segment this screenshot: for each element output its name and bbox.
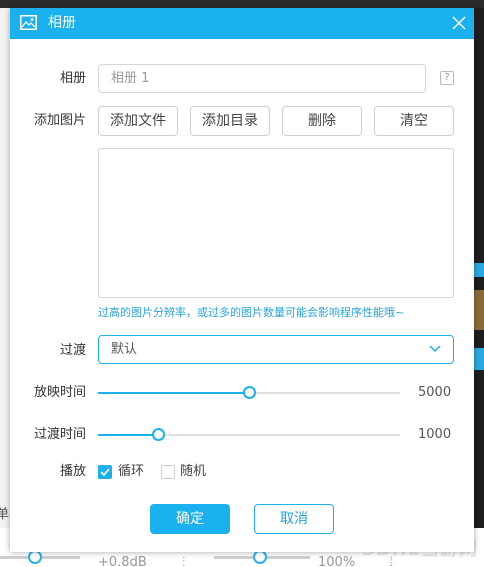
background-left-fragment: 单: [0, 507, 10, 522]
transition-time-value: 1000: [418, 427, 452, 442]
delete-button[interactable]: 删除: [282, 106, 362, 136]
background-volume-text: 100%: [318, 555, 356, 567]
background-app-top: [0, 0, 484, 8]
album-dialog: 相册 相册 相册 1 ? 添加图片 添加文件 添加目录 删除 清空 过高的图片分…: [10, 8, 474, 552]
transition-value: 默认: [111, 342, 138, 357]
album-name-input[interactable]: 相册 1: [98, 64, 426, 93]
check-icon: [100, 468, 110, 477]
transition-time-slider-handle[interactable]: [152, 428, 165, 441]
transition-select[interactable]: 默认: [98, 335, 454, 364]
album-label: 相册: [59, 71, 86, 86]
background-app-right: [474, 8, 484, 528]
clear-button[interactable]: 清空: [374, 106, 454, 136]
add-file-button[interactable]: 添加文件: [98, 106, 178, 136]
dialog-titlebar: 相册: [10, 8, 474, 39]
chevron-down-icon: [429, 345, 441, 353]
add-folder-button[interactable]: 添加目录: [190, 106, 270, 136]
display-time-value: 5000: [418, 385, 452, 400]
image-icon: [20, 15, 37, 30]
random-checkbox[interactable]: [161, 465, 175, 479]
image-list[interactable]: [98, 148, 454, 298]
random-label: 随机: [180, 464, 207, 479]
add-images-label: 添加图片: [33, 113, 86, 128]
display-time-label: 放映时间: [33, 385, 86, 400]
background-app-left: [0, 8, 10, 528]
ok-button[interactable]: 确定: [150, 504, 230, 534]
close-icon[interactable]: [450, 14, 468, 32]
loop-label: 循环: [118, 464, 145, 479]
transition-time-label: 过渡时间: [33, 427, 86, 442]
dialog-title: 相册: [48, 15, 76, 31]
performance-hint: 过高的图片分辨率，或过多的图片数量可能会影响程序性能哦~: [98, 306, 405, 319]
background-gain-knob: [28, 550, 42, 564]
cancel-button[interactable]: 取消: [254, 504, 334, 534]
help-icon[interactable]: ?: [440, 71, 454, 85]
display-time-fill: [98, 392, 249, 394]
transition-time-fill: [98, 434, 158, 436]
play-label: 播放: [59, 464, 86, 479]
background-volume-knob: [253, 550, 267, 564]
display-time-slider-handle[interactable]: [243, 386, 256, 399]
loop-checkbox[interactable]: [98, 465, 112, 479]
background-gain-text: +0.8dB: [98, 555, 147, 567]
transition-label: 过渡: [59, 343, 86, 358]
equalizer-icon: ⫶: [182, 555, 186, 567]
